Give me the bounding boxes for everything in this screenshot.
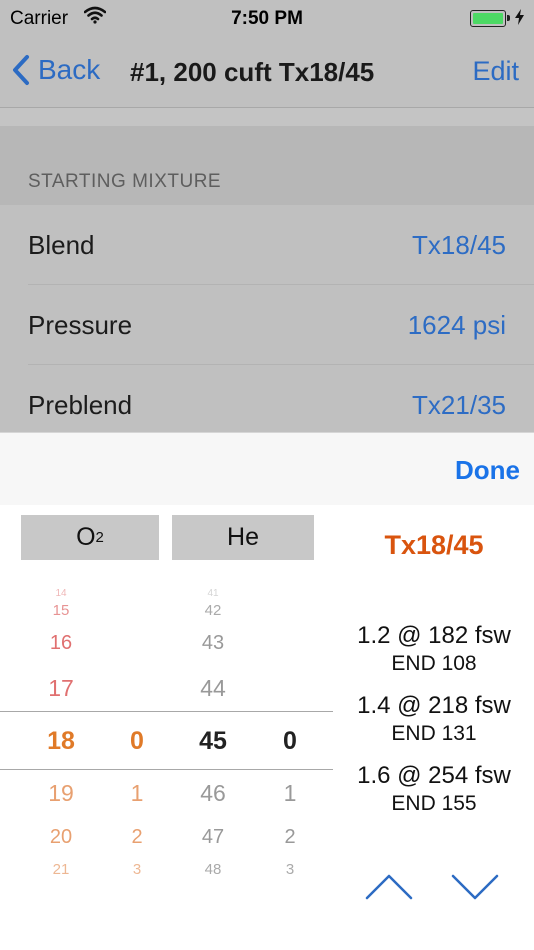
mod-end: END 108	[391, 652, 477, 675]
he-column-button[interactable]: He	[172, 515, 314, 560]
row-value: 1624 psi	[407, 310, 506, 340]
picker-toolbar: Done	[0, 432, 534, 505]
wheel-value-selected: 0	[130, 727, 144, 755]
row-preblend[interactable]: Preblend Tx21/35	[0, 365, 534, 432]
wheel-value: 14	[55, 588, 67, 599]
picker-selection-top	[0, 711, 333, 712]
row-pressure[interactable]: Pressure 1624 psi	[0, 285, 534, 365]
row-label: Preblend	[28, 390, 133, 420]
battery-icon	[470, 10, 510, 27]
wheel-value: 15	[52, 602, 70, 619]
page-title: #1, 200 cuft Tx18/45	[130, 57, 375, 87]
he-label: He	[227, 523, 259, 551]
edit-button[interactable]: Edit	[472, 56, 519, 87]
o2-column-button[interactable]: O2	[21, 515, 159, 560]
chevron-left-icon	[13, 55, 29, 85]
charging-icon	[515, 9, 524, 31]
wheel-value-selected: 0	[283, 727, 297, 755]
wheel-value: 20	[49, 826, 73, 848]
mix-name: Tx18/45	[384, 530, 484, 560]
mod-depth: 1.4 @ 218 fsw	[357, 692, 511, 719]
mod-entry: 1.6 @ 254 fsw END 155	[334, 762, 534, 816]
row-label: Blend	[28, 230, 95, 260]
wheel-value: 19	[48, 780, 74, 806]
wheel-value: 43	[201, 632, 225, 654]
wheel-value: 17	[48, 675, 74, 701]
row-value: Tx21/35	[412, 390, 506, 420]
wheel-value: 2	[284, 826, 296, 848]
wheel-value: 42	[204, 602, 222, 619]
wheel-value: 1	[130, 780, 144, 806]
o2-label: O	[76, 523, 96, 551]
chevron-down-icon[interactable]	[450, 868, 500, 902]
navigation-bar: Back #1, 200 cuft Tx18/45 Edit	[0, 36, 534, 108]
done-button[interactable]: Done	[455, 455, 520, 486]
section-header-label: STARTING MIXTURE	[28, 171, 222, 192]
o2-subscript: 2	[95, 529, 104, 546]
section-header: STARTING MIXTURE	[0, 126, 534, 205]
wheel-value: 48	[204, 861, 222, 878]
row-value: Tx18/45	[412, 230, 506, 260]
wheel-value: 21	[52, 861, 70, 878]
row-blend[interactable]: Blend Tx18/45	[0, 205, 534, 285]
wheel-value: 16	[49, 632, 73, 654]
mod-entry: 1.2 @ 182 fsw END 108	[334, 622, 534, 676]
row-label: Pressure	[28, 310, 133, 340]
picker-selection-bottom	[0, 769, 333, 770]
wheel-value: 3	[132, 861, 142, 878]
wheel-value: 46	[200, 780, 226, 806]
wheel-value: 47	[201, 826, 225, 848]
mod-depth: 1.2 @ 182 fsw	[357, 622, 511, 649]
back-button[interactable]: Back	[12, 54, 100, 86]
wheel-value: 41	[207, 588, 219, 599]
wheel-value-selected: 18	[47, 727, 75, 755]
status-bar: Carrier 7:50 PM	[0, 0, 534, 36]
wheel-value: 3	[285, 861, 295, 878]
wheel-value: 44	[200, 675, 226, 701]
mod-end: END 155	[391, 792, 477, 815]
wheel-value: 2	[131, 826, 143, 848]
back-label: Back	[38, 54, 101, 85]
wheel-value: 1	[283, 780, 297, 806]
mod-depth: 1.6 @ 254 fsw	[357, 762, 511, 789]
wheel-value-selected: 45	[199, 727, 227, 755]
mod-entry: 1.4 @ 218 fsw END 131	[334, 692, 534, 746]
status-time: 7:50 PM	[231, 8, 303, 29]
mod-end: END 131	[391, 722, 477, 745]
chevron-up-icon[interactable]	[364, 868, 414, 902]
